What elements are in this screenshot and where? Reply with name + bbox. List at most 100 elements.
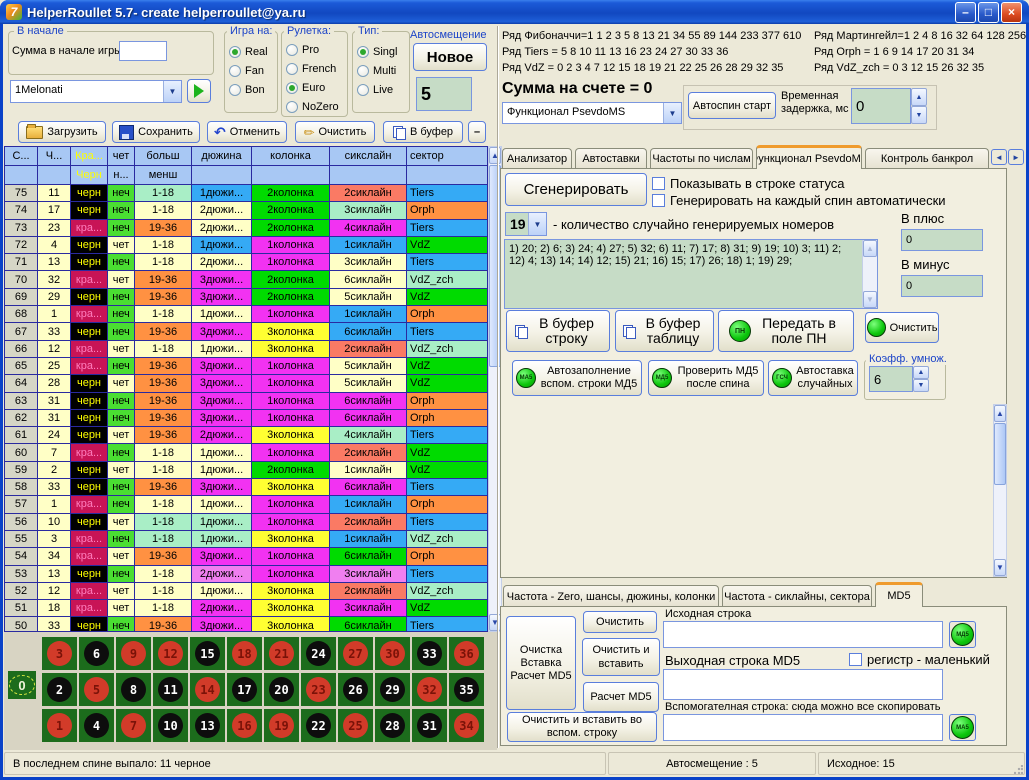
history-header-cell[interactable] bbox=[38, 166, 71, 185]
radio-pro[interactable]: Pro bbox=[286, 40, 339, 59]
history-row-58[interactable]: 5833черннеч19-363дюжи...3колонка6сиклайн… bbox=[5, 479, 487, 496]
roulette-number-22[interactable]: 22 bbox=[301, 709, 336, 742]
history-row-53[interactable]: 5313черннеч1-182дюжи...1колонка3сиклайнT… bbox=[5, 566, 487, 583]
generated-scrollbar[interactable]: ▲ ▼ bbox=[862, 240, 877, 308]
roulette-number-12[interactable]: 12 bbox=[153, 637, 188, 670]
tab-bottom-0[interactable]: Частота - Zero, шансы, дюжины, колонки bbox=[503, 585, 719, 607]
roulette-number-36[interactable]: 36 bbox=[449, 637, 484, 670]
history-row-72[interactable]: 724чернчет1-181дюжи...1колонка1сиклайнVd… bbox=[5, 237, 487, 254]
plus-value[interactable]: 0 bbox=[901, 229, 983, 251]
checkbox-icon[interactable] bbox=[652, 194, 665, 207]
chevron-down-icon[interactable]: ▼ bbox=[163, 81, 181, 102]
history-row-51[interactable]: 5118кра...чет1-182дюжи...3колонка3сиклай… bbox=[5, 600, 487, 617]
profile-combobox[interactable]: 1Melonati ▼ bbox=[10, 80, 182, 103]
buffer-line-button[interactable]: В буфер строку bbox=[506, 310, 610, 352]
minus-button[interactable]: – bbox=[468, 121, 486, 143]
history-row-75[interactable]: 7511черннеч1-181дюжи...2колонка2сиклайнT… bbox=[5, 185, 487, 202]
spin-up-icon[interactable]: ▲ bbox=[913, 366, 929, 379]
history-row-54[interactable]: 5434кра...чет19-363дюжи...1колонка6сикла… bbox=[5, 548, 487, 565]
spin-down-icon[interactable]: ▼ bbox=[913, 379, 929, 392]
history-row-60[interactable]: 607кра...неч1-181дюжи...1колонка2сиклайн… bbox=[5, 444, 487, 461]
roulette-number-3[interactable]: 3 bbox=[42, 637, 77, 670]
roulette-number-29[interactable]: 29 bbox=[375, 673, 410, 706]
save-button[interactable]: Сохранить bbox=[112, 121, 200, 143]
new-button[interactable]: Новое bbox=[413, 43, 487, 71]
resize-grip[interactable] bbox=[1014, 765, 1023, 774]
history-row-74[interactable]: 7417черннеч1-182дюжи...2колонка3сиклайнO… bbox=[5, 202, 487, 219]
roulette-number-1[interactable]: 1 bbox=[42, 709, 77, 742]
history-row-55[interactable]: 553кра...неч1-181дюжи...3колонка1сиклайн… bbox=[5, 531, 487, 548]
roulette-number-34[interactable]: 34 bbox=[449, 709, 484, 742]
delay-value[interactable]: 0 bbox=[851, 88, 911, 124]
radio-nozero[interactable]: NoZero bbox=[286, 97, 339, 116]
tab-bottom-1[interactable]: Частота - сиклайны, сектора bbox=[722, 585, 872, 607]
radio-live[interactable]: Live bbox=[357, 80, 397, 99]
copy-button[interactable]: В буфер bbox=[383, 121, 463, 143]
autospin-button[interactable]: Автоспин старт bbox=[688, 92, 776, 119]
md5-clear-paste-button[interactable]: Очистить и вставить bbox=[582, 638, 660, 676]
roulette-number-21[interactable]: 21 bbox=[264, 637, 299, 670]
tabs-scroll-left-icon[interactable]: ◄ bbox=[991, 149, 1007, 165]
roulette-number-15[interactable]: 15 bbox=[190, 637, 225, 670]
roulette-number-30[interactable]: 30 bbox=[375, 637, 410, 670]
spin-up-icon[interactable]: ▲ bbox=[911, 88, 927, 106]
radio-euro[interactable]: Euro bbox=[286, 78, 339, 97]
roulette-number-11[interactable]: 11 bbox=[153, 673, 188, 706]
history-header-cell[interactable] bbox=[330, 166, 407, 185]
tabs-scroll-right-icon[interactable]: ► bbox=[1008, 149, 1024, 165]
md5-calc-button[interactable]: Расчет MD5 bbox=[583, 682, 659, 712]
roulette-number-24[interactable]: 24 bbox=[301, 637, 336, 670]
history-row-56[interactable]: 5610чернчет1-181дюжи...1колонка2сиклайнT… bbox=[5, 514, 487, 531]
tab-top-1[interactable]: Автоставки bbox=[575, 148, 647, 169]
history-row-57[interactable]: 571кра...неч1-181дюжи...1колонка1сиклайн… bbox=[5, 496, 487, 513]
roulette-number-4[interactable]: 4 bbox=[79, 709, 114, 742]
tab-top-4[interactable]: Контроль банкрол bbox=[865, 148, 989, 169]
scroll-up-icon[interactable]: ▲ bbox=[489, 147, 501, 164]
radio-bon[interactable]: Bon bbox=[229, 80, 268, 99]
history-row-69[interactable]: 6929черннеч19-363дюжи...2колонка5сиклайн… bbox=[5, 289, 487, 306]
koef-value[interactable]: 6 bbox=[869, 366, 913, 392]
history-row-70[interactable]: 7032кра...чет19-363дюжи...2колонка6сикла… bbox=[5, 271, 487, 288]
radio-fan[interactable]: Fan bbox=[229, 61, 268, 80]
history-row-62[interactable]: 6231черннеч19-363дюжи...1колонка6сиклайн… bbox=[5, 410, 487, 427]
generated-numbers-area[interactable]: 1) 20; 2) 6; 3) 24; 4) 27; 5) 32; 6) 11;… bbox=[504, 239, 878, 309]
functional-combobox[interactable]: Функционал PsevdoMS ▼ bbox=[502, 102, 682, 124]
roulette-number-5[interactable]: 5 bbox=[79, 673, 114, 706]
minus-value[interactable]: 0 bbox=[901, 275, 983, 297]
md5-big-button[interactable]: Очистка Вставка Расчет MD5 bbox=[506, 616, 576, 710]
start-sum-input[interactable] bbox=[119, 41, 167, 61]
roulette-number-27[interactable]: 27 bbox=[338, 637, 373, 670]
koef-spinner[interactable]: ▲ ▼ bbox=[913, 366, 929, 392]
history-row-71[interactable]: 7113черннеч1-182дюжи...1колонка3сиклайнT… bbox=[5, 254, 487, 271]
history-row-63[interactable]: 6331черннеч19-363дюжи...1колонка6сиклайн… bbox=[5, 393, 487, 410]
md5-clear-button[interactable]: Очистить bbox=[583, 611, 657, 633]
roulette-number-8[interactable]: 8 bbox=[116, 673, 151, 706]
roulette-number-26[interactable]: 26 bbox=[338, 673, 373, 706]
clear-button[interactable]: ✏ Очистить bbox=[295, 121, 375, 143]
md5-clear-paste-aux-button[interactable]: Очистить и вставить во вспом. строку bbox=[507, 712, 657, 742]
history-header-cell[interactable] bbox=[252, 166, 330, 185]
roulette-number-13[interactable]: 13 bbox=[190, 709, 225, 742]
scroll-up-icon[interactable]: ▲ bbox=[994, 405, 1006, 422]
roulette-number-19[interactable]: 19 bbox=[264, 709, 299, 742]
roulette-number-2[interactable]: 2 bbox=[42, 673, 77, 706]
history-header-cell[interactable]: менш bbox=[135, 166, 192, 185]
tab-top-2[interactable]: Частоты по числам bbox=[650, 148, 753, 169]
radio-french[interactable]: French bbox=[286, 59, 339, 78]
history-header-cell[interactable]: Кра... bbox=[71, 147, 108, 166]
undo-button[interactable]: ↶ Отменить bbox=[207, 121, 287, 143]
history-header-cell[interactable]: С... bbox=[5, 147, 38, 166]
delay-spinner[interactable]: ▲ ▼ bbox=[911, 88, 927, 124]
roulette-number-32[interactable]: 32 bbox=[412, 673, 447, 706]
radio-multi[interactable]: Multi bbox=[357, 61, 397, 80]
history-row-52[interactable]: 5212кра...чет1-181дюжи...3колонка2сиклай… bbox=[5, 583, 487, 600]
radio-real[interactable]: Real bbox=[229, 42, 268, 61]
roulette-number-10[interactable]: 10 bbox=[153, 709, 188, 742]
roulette-number-7[interactable]: 7 bbox=[116, 709, 151, 742]
roulette-number-16[interactable]: 16 bbox=[227, 709, 262, 742]
history-header-cell[interactable] bbox=[5, 166, 38, 185]
maximize-button[interactable]: □ bbox=[978, 2, 999, 23]
roulette-number-17[interactable]: 17 bbox=[227, 673, 262, 706]
roulette-number-23[interactable]: 23 bbox=[301, 673, 336, 706]
roulette-number-18[interactable]: 18 bbox=[227, 637, 262, 670]
